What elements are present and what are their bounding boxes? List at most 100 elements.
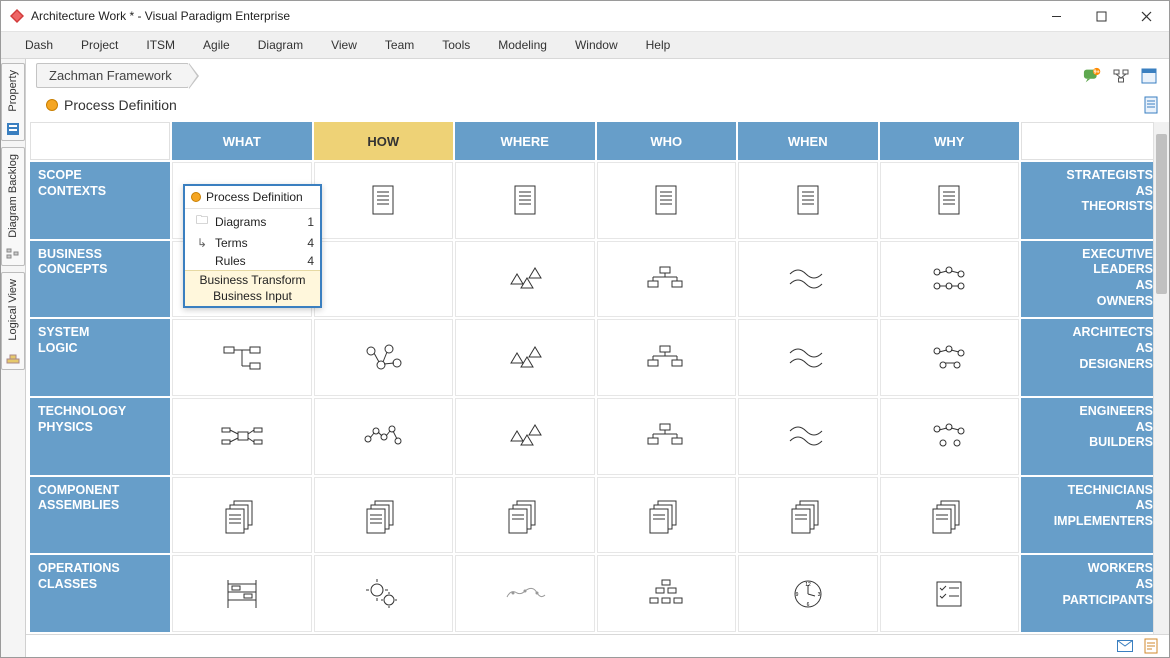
cell-biz-where[interactable] [455, 241, 595, 318]
cell-scope-when[interactable] [738, 162, 878, 239]
row-ops-label[interactable]: OPERATIONS CLASSES [30, 555, 170, 632]
popover-rules-count: 4 [298, 254, 314, 268]
window-controls [1034, 1, 1169, 31]
matrix-scroll-area[interactable]: WHAT HOW WHERE WHO WHEN WHY SCOPE CONTEX… [26, 122, 1169, 634]
diagram-nav-icon[interactable] [1111, 66, 1131, 86]
col-what[interactable]: WHAT [172, 122, 312, 160]
col-how[interactable]: HOW [314, 122, 454, 160]
row-comp-label[interactable]: COMPONENT ASSEMBLIES [30, 477, 170, 554]
cell-comp-where[interactable] [455, 477, 595, 554]
cell-biz-who[interactable] [597, 241, 737, 318]
cell-logic-where[interactable] [455, 319, 595, 396]
minimize-button[interactable] [1034, 1, 1079, 31]
cell-tech-who[interactable] [597, 398, 737, 475]
note-icon[interactable] [1143, 638, 1159, 654]
col-why[interactable]: WHY [880, 122, 1020, 160]
col-who[interactable]: WHO [597, 122, 737, 160]
svg-text:3: 3 [817, 592, 820, 598]
scroll-thumb[interactable] [1156, 134, 1167, 294]
page-subtitle-row: Process Definition [26, 90, 1169, 122]
popover-terms-count: 4 [298, 236, 314, 250]
app-logo-icon [9, 8, 25, 24]
svg-text:9+: 9+ [1094, 69, 1100, 75]
mail-icon[interactable] [1117, 638, 1133, 654]
row-business-label[interactable]: BUSINESS CONCEPTS [30, 241, 170, 318]
cell-scope-why[interactable] [880, 162, 1020, 239]
row-logic-right[interactable]: ARCHITECTS AS DESIGNERS [1021, 319, 1161, 396]
row-scope-label[interactable]: SCOPE CONTEXTS [30, 162, 170, 239]
menu-itsm[interactable]: ITSM [134, 36, 187, 54]
row-tech-label[interactable]: TECHNOLOGY PHYSICS [30, 398, 170, 475]
close-button[interactable] [1124, 1, 1169, 31]
menu-project[interactable]: Project [69, 36, 130, 54]
cell-tech-how[interactable] [314, 398, 454, 475]
row-tech-right[interactable]: ENGINEERS AS BUILDERS [1021, 398, 1161, 475]
col-where[interactable]: WHERE [455, 122, 595, 160]
menu-view[interactable]: View [319, 36, 369, 54]
comment-badge-icon[interactable]: 9+ [1083, 66, 1103, 86]
statusbar [26, 634, 1169, 657]
cell-tech-when[interactable] [738, 398, 878, 475]
cell-ops-why[interactable] [880, 555, 1020, 632]
app-window: Architecture Work * - Visual Paradigm En… [0, 0, 1170, 658]
cell-logic-who[interactable] [597, 319, 737, 396]
side-tab-logical-view[interactable]: Logical View [1, 272, 25, 370]
cell-scope-how[interactable] [314, 162, 454, 239]
menu-team[interactable]: Team [373, 36, 426, 54]
cell-tech-why[interactable] [880, 398, 1020, 475]
side-tab-property-label: Property [5, 64, 21, 118]
cell-scope-where[interactable] [455, 162, 595, 239]
cell-scope-who[interactable] [597, 162, 737, 239]
menu-dash[interactable]: Dash [13, 36, 65, 54]
cell-logic-how[interactable] [314, 319, 454, 396]
row-business-right[interactable]: EXECUTIVE LEADERS AS OWNERS [1021, 241, 1161, 318]
cell-ops-when[interactable]: 12369 [738, 555, 878, 632]
cell-logic-when[interactable] [738, 319, 878, 396]
cell-tech-what[interactable] [172, 398, 312, 475]
menu-window[interactable]: Window [563, 36, 630, 54]
cell-comp-what[interactable] [172, 477, 312, 554]
header-blank [30, 122, 170, 160]
breadcrumb[interactable]: Zachman Framework [36, 63, 189, 88]
maximize-button[interactable] [1079, 1, 1124, 31]
cell-biz-why[interactable] [880, 241, 1020, 318]
cell-biz-when[interactable] [738, 241, 878, 318]
col-when[interactable]: WHEN [738, 122, 878, 160]
cell-tech-where[interactable] [455, 398, 595, 475]
status-dot-icon [46, 99, 58, 111]
row-comp-right[interactable]: TECHNICIANS AS IMPLEMENTERS [1021, 477, 1161, 554]
svg-text:9: 9 [795, 592, 798, 598]
cell-ops-what[interactable] [172, 555, 312, 632]
cell-ops-who[interactable] [597, 555, 737, 632]
side-tab-diagram-backlog[interactable]: Diagram Backlog [1, 147, 25, 267]
row-scope-right[interactable]: STRATEGISTS AS THEORISTS [1021, 162, 1161, 239]
breadcrumb-item[interactable]: Zachman Framework [36, 63, 189, 88]
menu-tools[interactable]: Tools [430, 36, 482, 54]
cell-ops-where[interactable] [455, 555, 595, 632]
row-logic-label[interactable]: SYSTEM LOGIC [30, 319, 170, 396]
property-icon [5, 121, 21, 137]
cell-logic-why[interactable] [880, 319, 1020, 396]
cell-comp-who[interactable] [597, 477, 737, 554]
vertical-scrollbar[interactable] [1153, 122, 1169, 634]
popover-title: Process Definition [206, 190, 303, 204]
menu-agile[interactable]: Agile [191, 36, 242, 54]
cell-comp-how[interactable] [314, 477, 454, 554]
svg-text:12: 12 [805, 582, 811, 588]
popover-diagrams-count: 1 [298, 215, 314, 229]
row-ops-right[interactable]: WORKERS AS PARTICIPANTS [1021, 555, 1161, 632]
menu-diagram[interactable]: Diagram [246, 36, 315, 54]
cell-biz-how[interactable] [314, 241, 454, 318]
cell-logic-what[interactable] [172, 319, 312, 396]
menu-help[interactable]: Help [634, 36, 683, 54]
window-layout-icon[interactable] [1139, 66, 1159, 86]
document-icon[interactable] [1143, 96, 1159, 114]
side-tab-property[interactable]: Property [1, 63, 25, 141]
menu-modeling[interactable]: Modeling [486, 36, 559, 54]
cell-detail-popover[interactable]: Process Definition 🗀Diagrams1 ↳Terms4 Ru… [183, 184, 322, 308]
popover-foot-line2: Business Input [189, 289, 316, 305]
cell-comp-when[interactable] [738, 477, 878, 554]
cell-comp-why[interactable] [880, 477, 1020, 554]
side-tab-backlog-label: Diagram Backlog [5, 148, 21, 244]
cell-ops-how[interactable] [314, 555, 454, 632]
